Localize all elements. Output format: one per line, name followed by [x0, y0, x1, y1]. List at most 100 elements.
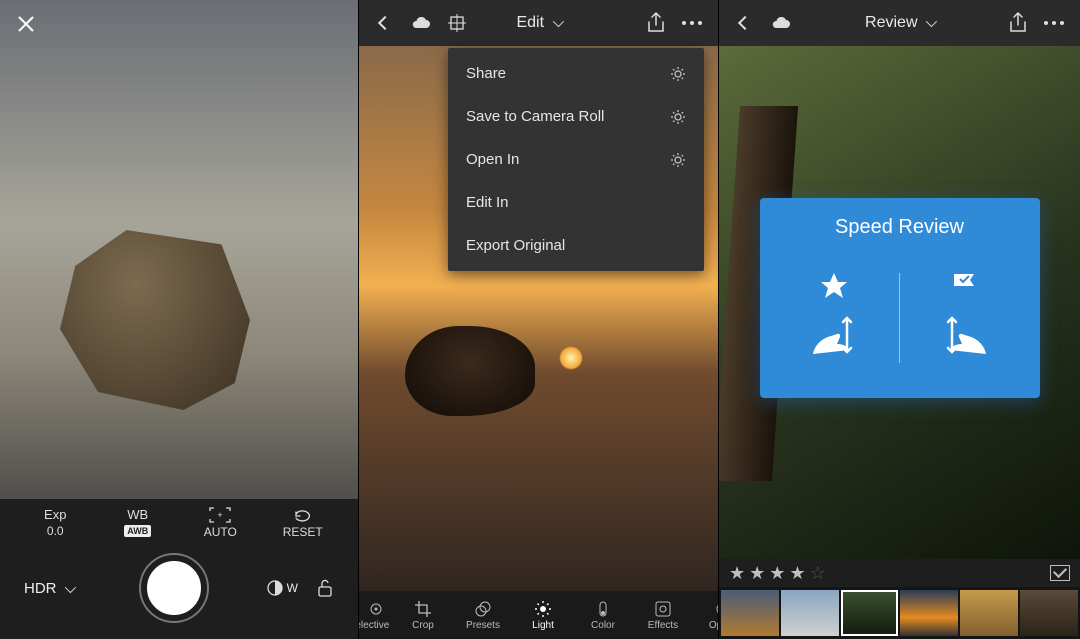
thumb-2[interactable] [841, 590, 899, 636]
focus-label: AUTO [188, 525, 252, 539]
share-icon [1008, 12, 1028, 34]
gear-icon[interactable] [670, 66, 686, 82]
share-menu-export-original[interactable]: Export Original [448, 224, 704, 267]
cloud-status-button[interactable] [763, 5, 799, 41]
share-icon [646, 12, 666, 34]
swipe-up-down-icon [938, 310, 992, 364]
more-button[interactable] [1036, 5, 1072, 41]
star-5[interactable]: ☆ [810, 563, 826, 584]
reset-label: RESET [271, 525, 335, 539]
presets-icon [474, 600, 492, 618]
scene-rock [60, 230, 250, 410]
camera-screen: Exp 0.0 WB AWB + AUTO RESET HDR [0, 0, 359, 639]
optics-icon [714, 600, 718, 618]
share-menu-open-in[interactable]: Open In [448, 138, 704, 181]
menu-label: Open In [466, 151, 519, 168]
more-icon [681, 20, 703, 26]
lock-button[interactable] [316, 578, 334, 598]
tool-label: Color [591, 620, 615, 631]
filter-badge: W [287, 581, 298, 595]
speed-review-overlay[interactable]: Speed Review [760, 198, 1040, 398]
close-button[interactable] [12, 10, 40, 38]
white-balance-control[interactable]: WB AWB [106, 507, 170, 539]
swipe-up-down-icon [807, 310, 861, 364]
tool-presets[interactable]: Presets [453, 600, 513, 631]
thumb-0[interactable] [721, 590, 779, 636]
shutter-button[interactable] [141, 555, 207, 621]
star-2[interactable]: ★ [749, 563, 765, 584]
tool-label: Crop [412, 620, 434, 631]
share-menu-save[interactable]: Save to Camera Roll [448, 95, 704, 138]
menu-label: Export Original [466, 237, 565, 254]
cloud-status-button[interactable] [403, 5, 439, 41]
menu-label: Edit In [466, 194, 509, 211]
reset-control[interactable]: RESET [271, 507, 335, 539]
exposure-control[interactable]: Exp 0.0 [23, 507, 87, 539]
menu-label: Share [466, 65, 506, 82]
back-button[interactable] [367, 5, 403, 41]
star-icon [819, 272, 849, 300]
share-button[interactable] [638, 5, 674, 41]
effects-icon [654, 600, 672, 618]
gear-icon[interactable] [670, 109, 686, 125]
thumb-3[interactable] [900, 590, 958, 636]
capture-mode-button[interactable]: HDR [24, 580, 73, 597]
tool-light[interactable]: Light [513, 600, 573, 631]
scene-rock [405, 326, 535, 416]
thumb-1[interactable] [781, 590, 839, 636]
wb-value: AWB [124, 525, 151, 537]
tool-label: Light [532, 620, 554, 631]
rate-gesture-hint [770, 272, 900, 364]
svg-text:+: + [218, 510, 223, 520]
flag-icon [950, 272, 980, 300]
tool-crop[interactable]: Crop [393, 600, 453, 631]
review-screen: Review Speed Review [719, 0, 1080, 639]
star-3[interactable]: ★ [769, 563, 785, 584]
share-button[interactable] [1000, 5, 1036, 41]
share-menu-share[interactable]: Share [448, 52, 704, 95]
chevron-down-icon [926, 16, 937, 27]
chevron-down-icon [64, 581, 75, 592]
cloud-icon [410, 15, 432, 31]
tool-optics[interactable]: Optics [693, 600, 718, 631]
tool-label: Selective [359, 620, 389, 631]
selective-icon [367, 600, 385, 618]
tool-effects[interactable]: Effects [633, 600, 693, 631]
exposure-value: 0.0 [23, 524, 87, 538]
thumb-5[interactable] [1020, 590, 1078, 636]
scene-sun [559, 346, 583, 370]
share-menu-edit-in[interactable]: Edit In [448, 181, 704, 224]
chevron-left-icon [738, 16, 752, 30]
filter-button[interactable]: W [265, 578, 298, 598]
gear-icon[interactable] [670, 152, 686, 168]
chevron-down-icon [552, 16, 563, 27]
edit-screen: Edit Share Save to Camera Roll Open In E… [359, 0, 719, 639]
back-button[interactable] [727, 5, 763, 41]
tool-selective[interactable]: Selective [359, 600, 393, 631]
flag-gesture-hint [900, 272, 1030, 364]
chevron-left-icon [378, 16, 392, 30]
star-4[interactable]: ★ [789, 563, 805, 584]
mode-title: Review [865, 14, 917, 31]
star-1[interactable]: ★ [729, 563, 745, 584]
wb-label: WB [106, 507, 170, 522]
focus-control[interactable]: + AUTO [188, 507, 252, 539]
overlay-title: Speed Review [770, 216, 1030, 239]
more-button[interactable] [674, 5, 710, 41]
unlock-icon [316, 578, 334, 598]
edit-toolbar: Selective Crop Presets Light Color Effec… [359, 591, 718, 639]
light-icon [534, 600, 552, 618]
tool-label: Presets [466, 620, 500, 631]
flag-toggle[interactable] [1050, 565, 1070, 581]
tool-label: Optics [709, 620, 718, 631]
filmstrip[interactable] [719, 587, 1080, 639]
thumb-4[interactable] [960, 590, 1018, 636]
crop-icon [414, 600, 432, 618]
edit-topbar: Edit [359, 0, 718, 46]
exposure-label: Exp [23, 507, 87, 522]
tool-color[interactable]: Color [573, 600, 633, 631]
crop-overlay-button[interactable] [439, 5, 475, 41]
review-topbar: Review [719, 0, 1080, 46]
color-icon [594, 600, 612, 618]
mode-title: Edit [516, 14, 544, 31]
